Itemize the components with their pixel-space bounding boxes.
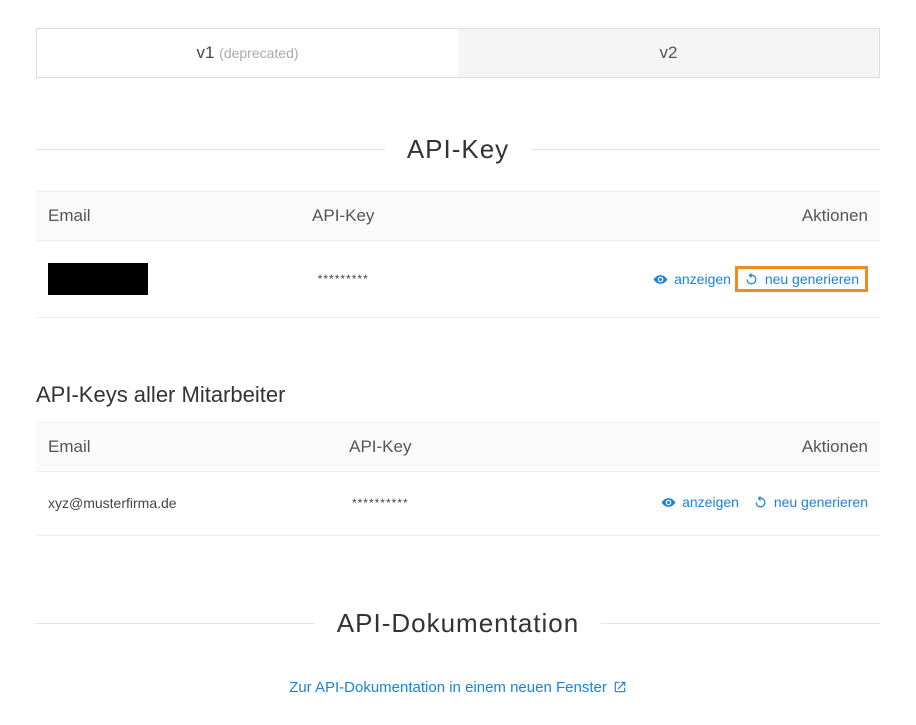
doc-link-label: Zur API-Dokumentation in einem neuen Fen… [289,679,607,696]
regen-label: neu generieren [774,494,868,510]
show-button[interactable]: anzeigen [653,271,731,287]
col-actions: Aktionen [456,423,880,472]
col-actions: Aktionen [423,192,880,241]
tab-v2[interactable]: v2 [458,29,879,77]
regen-label: neu generieren [765,271,859,287]
open-docs-link[interactable]: Zur API-Dokumentation in einem neuen Fen… [289,679,627,696]
redacted-email [48,263,148,295]
divider [36,623,315,624]
col-email: Email [36,423,304,472]
refresh-icon [744,272,759,287]
api-key-heading: API-Key [385,134,531,165]
table-row: ********* anzeigen neu generieren [36,241,880,318]
doc-link-wrap: Zur API-Dokumentation in einem neuen Fen… [36,679,880,697]
col-email: Email [36,192,264,241]
col-api-key: API-Key [264,192,423,241]
cell-key: ********* [264,241,423,318]
tab-v1[interactable]: v1 (deprecated) [37,29,458,77]
cell-email [36,241,264,318]
refresh-icon [753,495,768,510]
cell-key: ********** [304,472,456,536]
cell-actions: anzeigen neu generieren [456,472,880,536]
regenerate-button[interactable]: neu generieren [744,271,859,287]
api-key-table: Email API-Key Aktionen ********* anzeige… [36,191,880,318]
api-key-heading-wrap: API-Key [36,134,880,165]
cell-email: xyz@musterfirma.de [36,472,304,536]
tab-v2-label: v2 [660,43,678,62]
staff-api-key-table: Email API-Key Aktionen xyz@musterfirma.d… [36,422,880,536]
eye-icon [661,495,676,510]
docs-heading: API-Dokumentation [315,608,601,639]
show-label: anzeigen [674,271,731,287]
regenerate-button[interactable]: neu generieren [753,494,868,510]
table-row: xyz@musterfirma.de ********** anzeigen n… [36,472,880,536]
tab-v1-label: v1 [196,43,214,62]
divider [36,149,385,150]
regen-highlight: neu generieren [735,266,868,292]
show-button[interactable]: anzeigen [661,494,739,510]
divider [531,149,880,150]
cell-actions: anzeigen neu generieren [423,241,880,318]
eye-icon [653,272,668,287]
col-api-key: API-Key [304,423,456,472]
show-label: anzeigen [682,494,739,510]
external-icon [613,680,627,694]
tab-v1-suffix: (deprecated) [219,45,298,61]
version-tabs: v1 (deprecated) v2 [36,28,880,78]
staff-heading: API-Keys aller Mitarbeiter [36,382,880,408]
docs-heading-wrap: API-Dokumentation [36,608,880,639]
divider [601,623,880,624]
